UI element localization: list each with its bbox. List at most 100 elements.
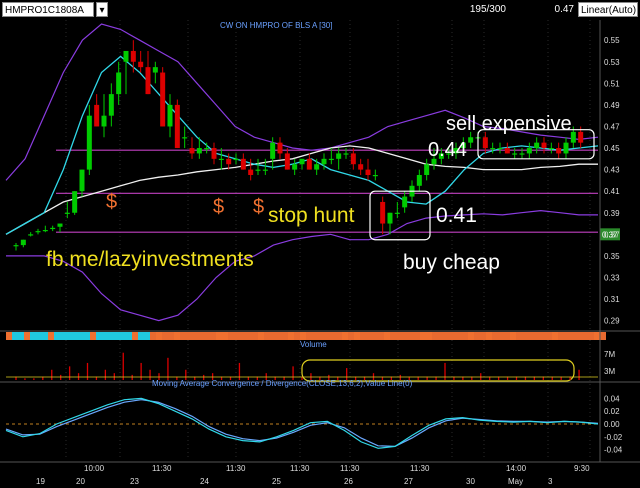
price-tick-label: 0.51: [604, 79, 620, 88]
candle-body: [35, 231, 41, 233]
candle-body: [519, 153, 525, 155]
activity-strip-cell: [360, 332, 366, 340]
price-tick-label: 0.39: [604, 209, 620, 218]
activity-strip-cell: [246, 332, 252, 340]
candle-body: [328, 158, 334, 161]
candle-body: [248, 169, 254, 175]
candle-body: [578, 131, 584, 143]
candle-body: [336, 153, 342, 159]
candle-body: [504, 148, 510, 154]
candle-body: [482, 137, 488, 149]
activity-strip-cell: [510, 332, 516, 340]
candle-body: [108, 94, 114, 116]
activity-strip-cell: [576, 332, 582, 340]
candle-body: [350, 153, 356, 165]
activity-strip-cell: [66, 332, 72, 340]
activity-strip-cell: [420, 332, 426, 340]
activity-strip-cell: [270, 332, 276, 340]
dollar-sign-2: $: [213, 196, 225, 218]
candle-body: [314, 164, 320, 170]
facebook-link-annotation[interactable]: fb.me/lazyinvestments: [46, 249, 254, 270]
candle-body: [365, 169, 371, 175]
candle-body: [20, 239, 26, 246]
price-tick-label: 0.45: [604, 144, 620, 153]
price-tick-label: 0.37: [604, 230, 620, 239]
activity-strip-cell: [414, 332, 420, 340]
activity-strip-cell: [228, 332, 234, 340]
candle-body: [343, 153, 349, 155]
activity-strip-cell: [186, 332, 192, 340]
activity-strip-cell: [108, 332, 114, 340]
candle-body: [72, 191, 78, 213]
price-tick-label: 0.41: [604, 187, 620, 196]
candle-body: [160, 72, 166, 127]
date-tick-label: May: [508, 477, 523, 486]
activity-strip-cell: [552, 332, 558, 340]
activity-strip-cell: [12, 332, 18, 340]
time-tick-label: 11:30: [226, 464, 246, 473]
candle-body: [277, 142, 283, 154]
candle-body: [28, 234, 34, 236]
candle-body: [240, 158, 246, 170]
candle-body: [270, 142, 276, 159]
date-tick-label: 30: [466, 477, 475, 486]
price-041-annotation: 0.41: [436, 204, 477, 227]
scale-mode-select[interactable]: Linear(Auto): [578, 2, 638, 17]
candle-body: [512, 153, 518, 155]
activity-strip-cell: [96, 332, 102, 340]
activity-strip-cell: [534, 332, 540, 340]
candle-body: [86, 115, 92, 170]
date-tick-label: 23: [130, 477, 139, 486]
candle-body: [130, 50, 136, 62]
price-tick-label: 0.33: [604, 273, 620, 282]
candle-body: [321, 158, 327, 165]
volume-panel-title: Volume: [300, 340, 327, 349]
candle-body: [534, 142, 540, 149]
activity-strip-cell: [408, 332, 414, 340]
price-tick-label: 0.53: [604, 58, 620, 67]
candle-body: [226, 158, 232, 165]
candle-body: [563, 142, 569, 154]
activity-strip-cell: [300, 332, 306, 340]
activity-strip-cell: [156, 332, 162, 340]
candle-body: [394, 212, 400, 214]
symbol-dropdown-chevron-icon[interactable]: ▾: [96, 2, 108, 17]
candle-body: [380, 201, 386, 224]
candle-body: [402, 196, 408, 208]
activity-strip-cell: [372, 332, 378, 340]
candle-body: [490, 148, 496, 150]
candle-body: [174, 104, 180, 149]
candle-body: [116, 72, 122, 95]
candle-body: [152, 67, 158, 73]
activity-strip-cell: [42, 332, 48, 340]
activity-strip-cell: [138, 332, 144, 340]
activity-strip-cell: [234, 332, 240, 340]
activity-strip-cell: [378, 332, 384, 340]
candle-body: [299, 158, 305, 165]
activity-strip-cell: [216, 332, 222, 340]
price-tick-label: 0.47: [604, 122, 620, 131]
candle-body: [497, 148, 503, 150]
macd-tick-label: -0.02: [604, 433, 623, 442]
time-tick-label: 11:30: [152, 464, 172, 473]
macd-tick-label: 0.00: [604, 420, 620, 429]
activity-strip-cell: [204, 332, 210, 340]
activity-strip-cell: [288, 332, 294, 340]
price-tick-label: 0.43: [604, 166, 620, 175]
activity-strip-cell: [336, 332, 342, 340]
activity-strip-cell: [54, 332, 60, 340]
toolbar: HMPRO1C1808A ▾ 195/300 0.47 Linear(Auto): [0, 0, 640, 20]
activity-strip-cell: [588, 332, 594, 340]
activity-strip-cell: [426, 332, 432, 340]
candle-body: [255, 169, 261, 171]
candle-body: [182, 137, 188, 139]
sell-expensive-annotation: sell expensive: [446, 113, 572, 135]
activity-strip-cell: [294, 332, 300, 340]
activity-strip-cell: [570, 332, 576, 340]
activity-strip-cell: [6, 332, 12, 340]
time-tick-label: 11:30: [410, 464, 430, 473]
time-tick-label: 10:00: [84, 464, 105, 473]
symbol-field[interactable]: HMPRO1C1808A: [2, 2, 94, 17]
activity-strip-cell: [72, 332, 78, 340]
activity-strip-cell: [354, 332, 360, 340]
